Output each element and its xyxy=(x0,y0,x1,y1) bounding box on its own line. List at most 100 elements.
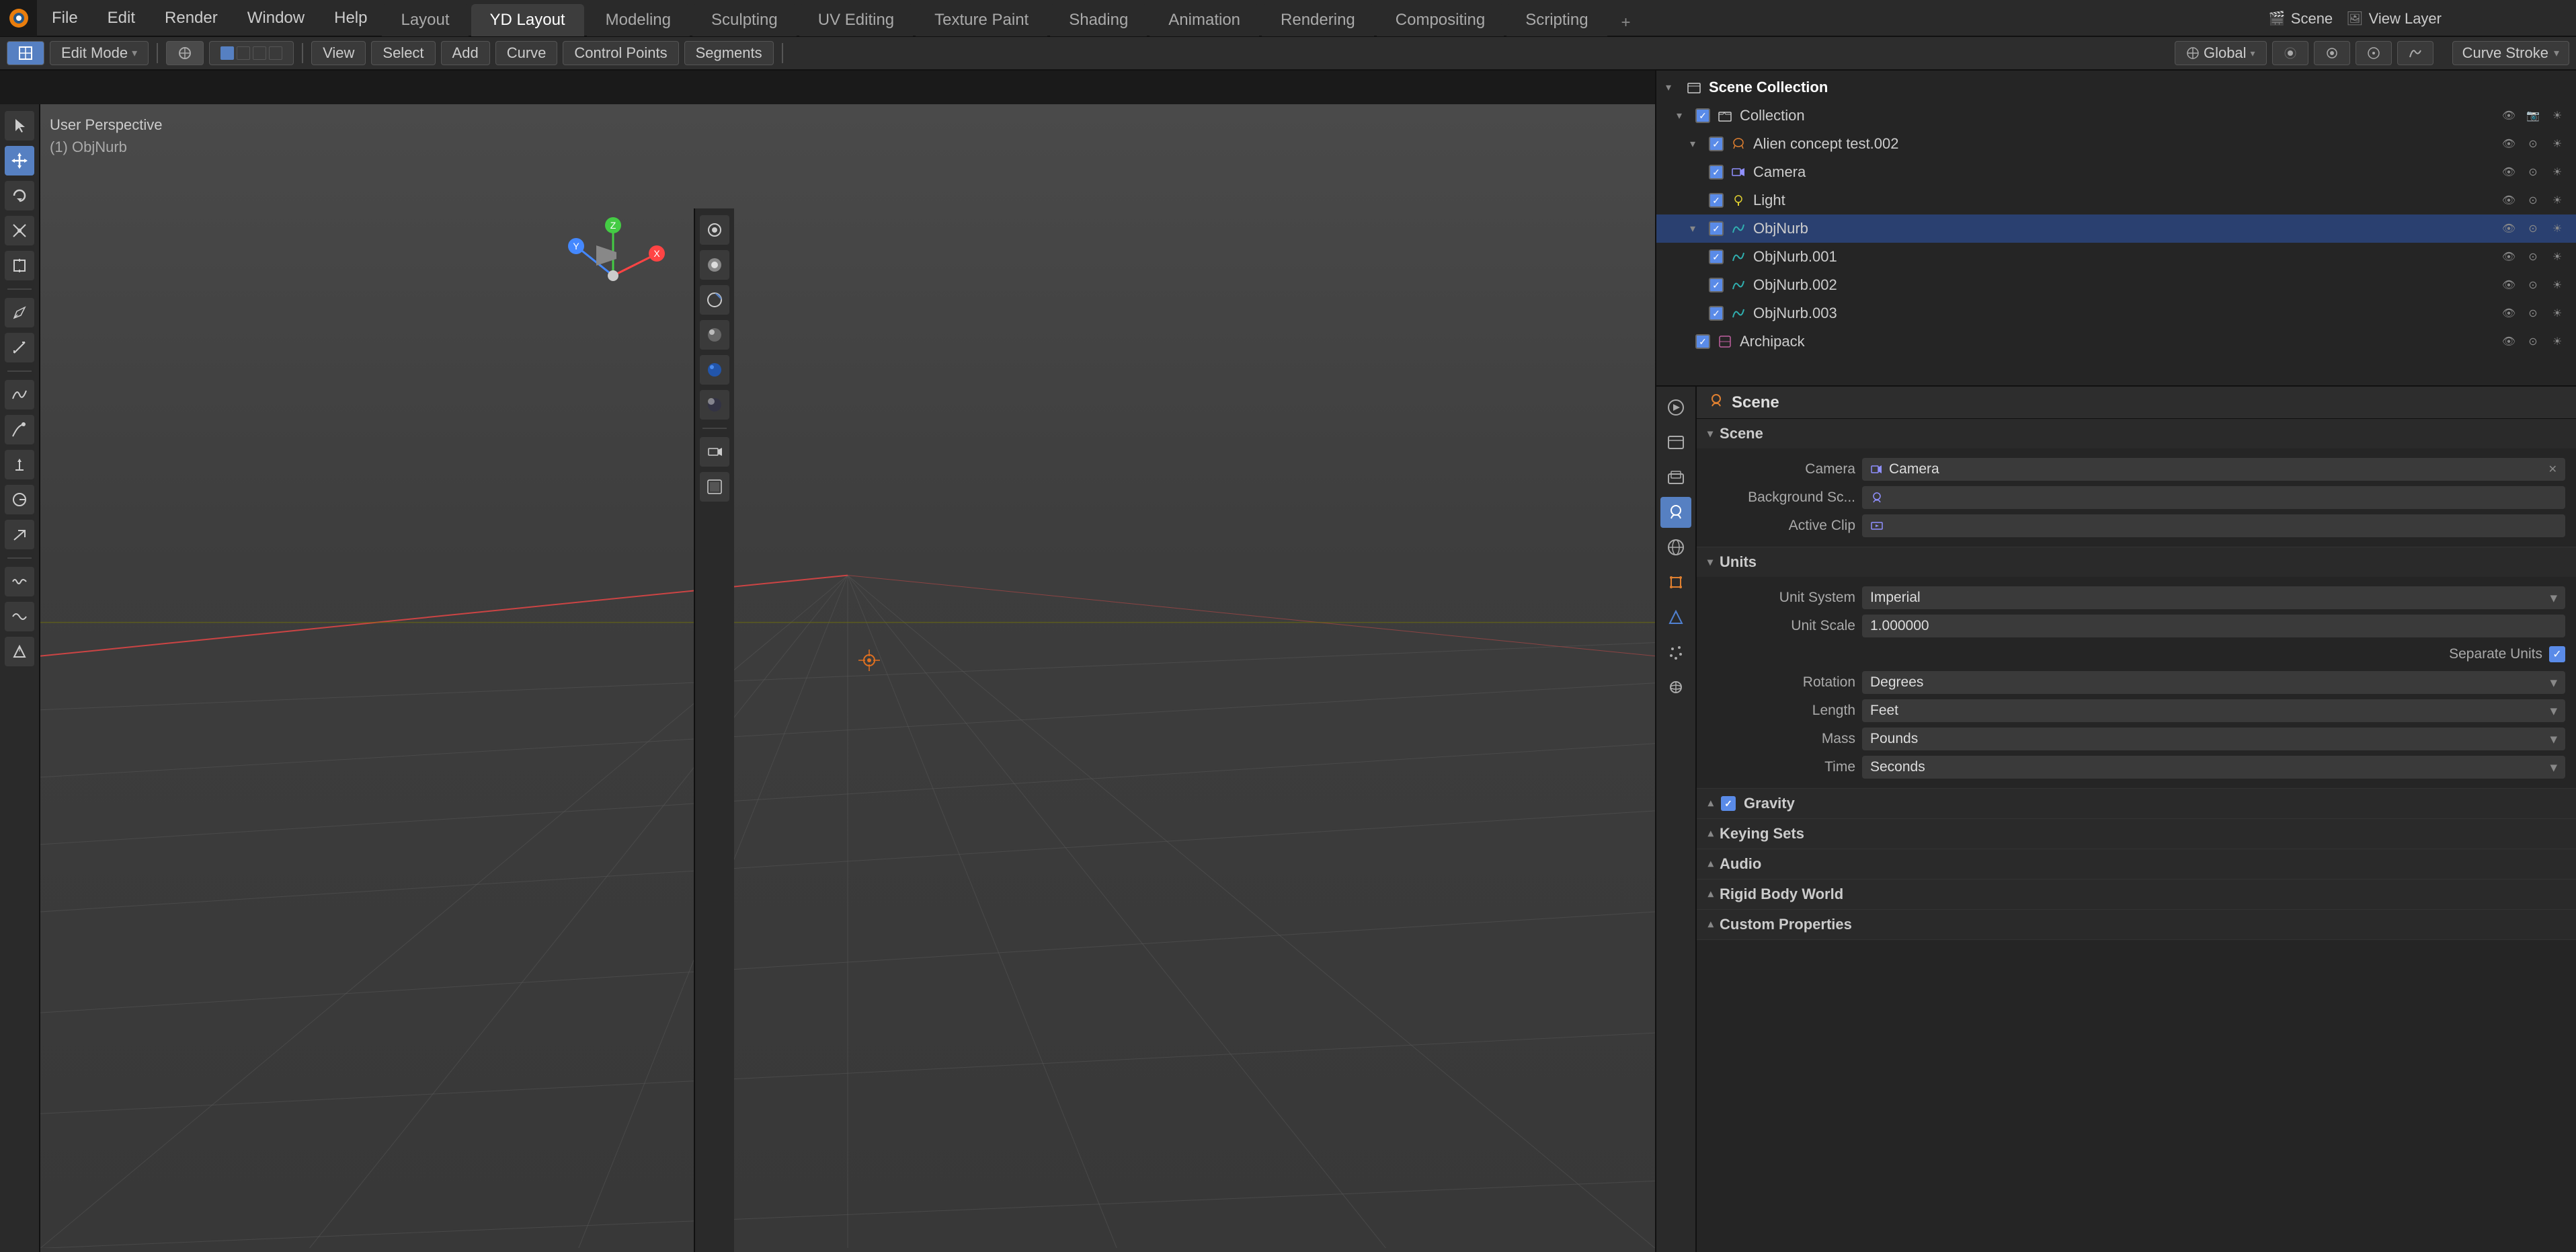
objnurb003-select-btn[interactable]: ⊙ xyxy=(2524,304,2542,323)
smooth-btn[interactable] xyxy=(5,602,34,631)
alien-render-btn[interactable]: ☀ xyxy=(2548,134,2567,153)
outliner-row-objnurb-003[interactable]: ✓ ObjNurb.003 👁 ⊙ ☀ xyxy=(1656,299,2576,327)
menu-edit[interactable]: Edit xyxy=(93,0,150,36)
archipack-visibility[interactable]: ✓ xyxy=(1695,334,1710,349)
prop-render-btn[interactable] xyxy=(1660,392,1691,423)
extrude-btn[interactable] xyxy=(5,450,34,479)
move-tool-btn[interactable] xyxy=(5,146,34,175)
prop-particles-btn[interactable] xyxy=(1660,637,1691,668)
tab-scripting[interactable]: Scripting xyxy=(1506,4,1607,36)
rotation-dropdown[interactable]: Degrees xyxy=(1862,671,2565,694)
shrink-btn[interactable] xyxy=(5,637,34,666)
camera-prop-x[interactable]: ✕ xyxy=(2548,463,2557,476)
camera-select-btn[interactable]: ⊙ xyxy=(2524,163,2542,182)
draw-curve-btn[interactable] xyxy=(5,415,34,444)
viewport-overlay-dropdown[interactable] xyxy=(700,285,729,315)
menu-help[interactable]: Help xyxy=(319,0,382,36)
alien-select-btn[interactable]: ⊙ xyxy=(2524,134,2542,153)
transform-orient-dropdown[interactable]: Global ▾ xyxy=(2175,41,2267,65)
unit-scale-value[interactable]: 1.000000 xyxy=(1862,615,2565,637)
stroke-type-dropdown[interactable]: Curve Stroke ▾ xyxy=(2452,41,2569,65)
section-units-header[interactable]: ▾ Units xyxy=(1697,547,2576,577)
scale-tool-btn[interactable] xyxy=(5,216,34,245)
light-visibility[interactable]: ✓ xyxy=(1709,193,1724,208)
transform-tool-btn[interactable] xyxy=(5,251,34,280)
section-gravity-header[interactable]: ▸ ✓ Gravity xyxy=(1697,789,2576,818)
section-keying-sets-header[interactable]: ▸ Keying Sets xyxy=(1697,819,2576,849)
unit-system-dropdown[interactable]: Imperial xyxy=(1862,586,2565,609)
outliner-row-archipack[interactable]: ✓ Archipack 👁 ⊙ ☀ xyxy=(1656,327,2576,356)
proportional-edit-btn[interactable] xyxy=(2356,41,2392,65)
cursor-tool-btn[interactable] xyxy=(5,111,34,141)
active-clip-value[interactable] xyxy=(1862,514,2565,537)
prop-scene-btn[interactable] xyxy=(1660,497,1691,528)
3d-cursor[interactable] xyxy=(856,647,872,663)
randomize-btn[interactable] xyxy=(5,567,34,596)
prop-object-btn[interactable] xyxy=(1660,567,1691,598)
tab-shading[interactable]: Shading xyxy=(1050,4,1147,36)
annotate-btn[interactable] xyxy=(5,298,34,327)
viewport-3d[interactable]: User Perspective (1) ObjNurb Y X xyxy=(40,104,1655,1252)
outliner-row-light[interactable]: ✓ Light 👁 ⊙ ☀ xyxy=(1656,186,2576,214)
tab-modeling[interactable]: Modeling xyxy=(587,4,690,36)
objnurb002-render-btn[interactable]: ☀ xyxy=(2548,276,2567,295)
pivot-point-btn[interactable] xyxy=(2272,41,2308,65)
shading-rendered-btn[interactable] xyxy=(700,390,729,420)
viewport-render-preview-btn[interactable] xyxy=(700,472,729,502)
viewport-view-btn[interactable] xyxy=(700,215,729,245)
archipack-render-btn[interactable]: ☀ xyxy=(2548,332,2567,351)
snap-toggle[interactable] xyxy=(2314,41,2350,65)
gravity-checkbox[interactable]: ✓ xyxy=(1721,796,1736,811)
tilt-btn[interactable] xyxy=(5,520,34,549)
prop-output-btn[interactable] xyxy=(1660,427,1691,458)
objnurb001-render-btn[interactable]: ☀ xyxy=(2548,247,2567,266)
objnurb-visibility[interactable]: ✓ xyxy=(1709,221,1724,236)
tab-animation[interactable]: Animation xyxy=(1150,4,1259,36)
camera-render-btn[interactable]: ☀ xyxy=(2548,163,2567,182)
outliner-row-objnurb[interactable]: ▾ ✓ ObjNurb 👁 ⊙ ☀ xyxy=(1656,214,2576,243)
objnurb003-eye-btn[interactable]: 👁 xyxy=(2499,304,2518,323)
section-custom-props-header[interactable]: ▸ Custom Properties xyxy=(1697,910,2576,939)
camera-eye-btn[interactable]: 👁 xyxy=(2499,163,2518,182)
prop-modifier-btn[interactable] xyxy=(1660,602,1691,633)
tab-sculpting[interactable]: Sculpting xyxy=(692,4,797,36)
outliner-row-scene-collection[interactable]: ▾ Scene Collection xyxy=(1656,73,2576,102)
outliner-row-objnurb-001[interactable]: ✓ ObjNurb.001 👁 ⊙ ☀ xyxy=(1656,243,2576,271)
rotate-tool-btn[interactable] xyxy=(5,181,34,210)
objnurb-render-btn[interactable]: ☀ xyxy=(2548,219,2567,238)
section-audio-header[interactable]: ▸ Audio xyxy=(1697,849,2576,879)
prop-physics-btn[interactable] xyxy=(1660,672,1691,703)
separate-units-checkbox[interactable]: ✓ xyxy=(2549,646,2565,662)
radius-btn[interactable] xyxy=(5,485,34,514)
measure-btn[interactable] xyxy=(5,333,34,362)
objnurb002-eye-btn[interactable]: 👁 xyxy=(2499,276,2518,295)
transform-toggle[interactable] xyxy=(166,41,204,65)
control-points-menu-btn[interactable]: Control Points xyxy=(563,41,678,65)
objnurb001-select-btn[interactable]: ⊙ xyxy=(2524,247,2542,266)
add-workspace-button[interactable]: + xyxy=(1613,9,1640,36)
objnurb003-render-btn[interactable]: ☀ xyxy=(2548,304,2567,323)
prop-world-btn[interactable] xyxy=(1660,532,1691,563)
objnurb-eye-btn[interactable]: 👁 xyxy=(2499,219,2518,238)
mass-dropdown[interactable]: Pounds xyxy=(1862,728,2565,750)
add-menu-btn[interactable]: Add xyxy=(441,41,490,65)
mode-dropdown[interactable]: Edit Mode ▾ xyxy=(50,41,149,65)
objnurb002-visibility[interactable]: ✓ xyxy=(1709,278,1724,292)
camera-visibility[interactable]: ✓ xyxy=(1709,165,1724,180)
view-menu-btn[interactable]: View xyxy=(311,41,366,65)
collection-camera-btn[interactable]: 📷 xyxy=(2524,106,2542,125)
select-menu-btn[interactable]: Select xyxy=(371,41,435,65)
collection-render-btn[interactable]: ☀ xyxy=(2548,106,2567,125)
editor-type-button[interactable] xyxy=(7,41,44,65)
prop-view-layer-btn[interactable] xyxy=(1660,462,1691,493)
collection-visibility[interactable]: ✓ xyxy=(1695,108,1710,123)
segments-menu-btn[interactable]: Segments xyxy=(684,41,774,65)
section-scene-header[interactable]: ▾ Scene xyxy=(1697,419,2576,448)
section-rigid-body-header[interactable]: ▸ Rigid Body World xyxy=(1697,879,2576,909)
tab-rendering[interactable]: Rendering xyxy=(1262,4,1374,36)
alien-eye-btn[interactable]: 👁 xyxy=(2499,134,2518,153)
time-dropdown[interactable]: Seconds xyxy=(1862,756,2565,779)
tab-compositing[interactable]: Compositing xyxy=(1377,4,1504,36)
archipack-eye-btn[interactable]: 👁 xyxy=(2499,332,2518,351)
curve-menu-btn[interactable]: Curve xyxy=(495,41,558,65)
